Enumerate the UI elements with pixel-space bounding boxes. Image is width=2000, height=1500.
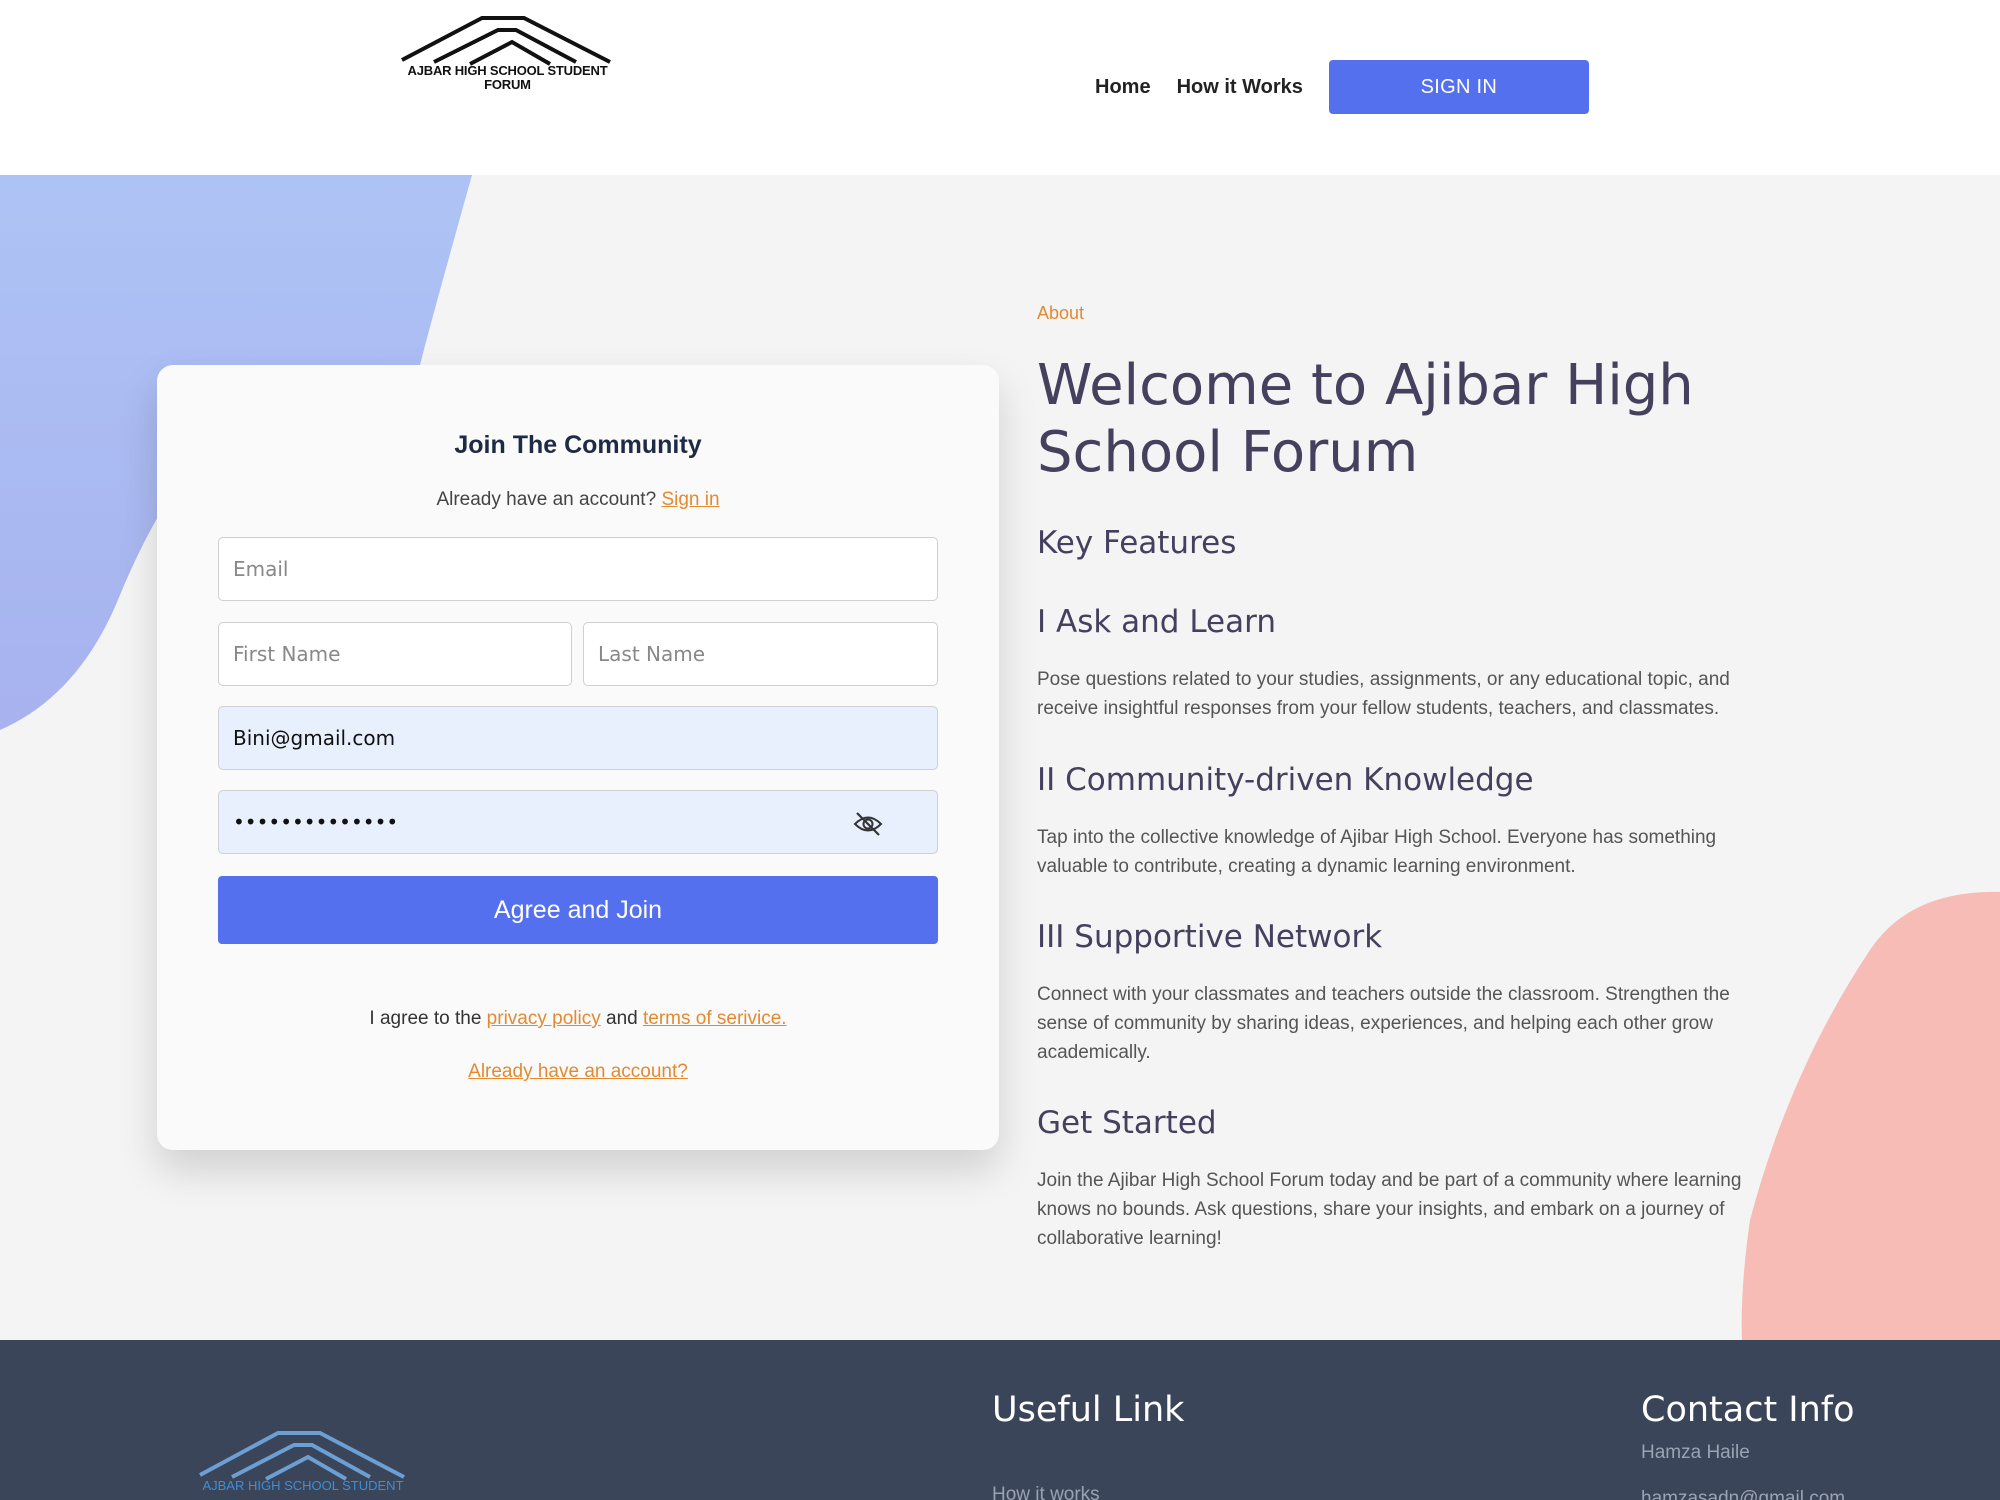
contact-name: Hamza Haile — [1641, 1442, 1750, 1463]
main-nav: Home How it Works SIGN IN — [1095, 60, 1589, 114]
contact-info-heading: Contact Info — [1641, 1390, 1855, 1430]
sign-in-button[interactable]: SIGN IN — [1328, 60, 1589, 114]
page-title: Welcome to Ajibar High School Forum — [1037, 353, 1694, 485]
signup-card: Join The Community Already have an accou… — [157, 365, 999, 1150]
email-field[interactable]: Email — [218, 537, 938, 601]
agree-and: and — [606, 1008, 638, 1029]
privacy-policy-link[interactable]: privacy policy — [487, 1008, 601, 1029]
last-name-placeholder: Last Name — [598, 642, 706, 666]
email-placeholder: Email — [233, 557, 289, 581]
footer-link-how-it-works[interactable]: How it works — [992, 1484, 1100, 1500]
feature-text: Pose questions related to your studies, … — [1037, 669, 1730, 719]
about-eyebrow: About — [1037, 303, 1085, 323]
form-title: Join The Community — [454, 431, 702, 459]
feature-title: III Supportive Network — [1037, 919, 1383, 955]
logo-text: AJBAR HIGH SCHOOL STUDENT FORUM — [407, 63, 608, 92]
feature-title: I Ask and Learn — [1037, 604, 1276, 640]
already-prefix: Already have an account? — [436, 489, 657, 510]
key-features-heading: Key Features — [1037, 525, 1237, 561]
feature-text: Connect with your classmates and teacher… — [1037, 984, 1730, 1063]
get-started-text: Join the Ajibar High School Forum today … — [1037, 1170, 1742, 1249]
pink-blob-decoration — [1741, 891, 2000, 1340]
username-field[interactable]: Bini@gmail.com — [218, 706, 938, 770]
password-value: •••••••••••••• — [233, 810, 399, 834]
already-account-link[interactable]: Already have an account? — [468, 1061, 688, 1082]
get-started-heading: Get Started — [1037, 1105, 1217, 1141]
already-have-account: Already have an account? Sign in — [157, 489, 999, 511]
username-value: Bini@gmail.com — [233, 726, 396, 750]
nav-home[interactable]: Home — [1095, 60, 1151, 114]
nav-how-it-works[interactable]: How it Works — [1177, 60, 1303, 114]
contact-email[interactable]: hamzasadn@gmail.com — [1641, 1488, 1845, 1500]
last-name-field[interactable]: Last Name — [583, 622, 938, 686]
footer-roof-logo-icon — [199, 1431, 405, 1481]
first-name-field[interactable]: First Name — [218, 622, 572, 686]
agree-prefix: I agree to the — [369, 1008, 482, 1029]
sign-in-link[interactable]: Sign in — [661, 489, 719, 510]
first-name-placeholder: First Name — [233, 642, 341, 666]
site-header: AJBAR HIGH SCHOOL STUDENT FORUM Home How… — [0, 0, 2000, 175]
terms-link[interactable]: terms of serivice. — [643, 1008, 787, 1029]
eye-off-icon[interactable] — [853, 811, 883, 842]
feature-text: Tap into the collective knowledge of Aji… — [1037, 827, 1717, 877]
password-field[interactable]: •••••••••••••• — [218, 790, 938, 854]
already-account-row: Already have an account? — [157, 1061, 999, 1083]
site-footer: AJBAR HIGH SCHOOL STUDENT Useful Link Ho… — [0, 1340, 2000, 1500]
footer-logo-text: AJBAR HIGH SCHOOL STUDENT — [202, 1478, 404, 1493]
agree-and-join-button[interactable]: Agree and Join — [218, 876, 938, 944]
useful-link-heading: Useful Link — [992, 1390, 1185, 1430]
agreement-text: I agree to the privacy policy and terms … — [157, 1008, 999, 1030]
site-logo[interactable]: AJBAR HIGH SCHOOL STUDENT FORUM — [400, 12, 615, 112]
feature-title: II Community-driven Knowledge — [1037, 762, 1534, 798]
